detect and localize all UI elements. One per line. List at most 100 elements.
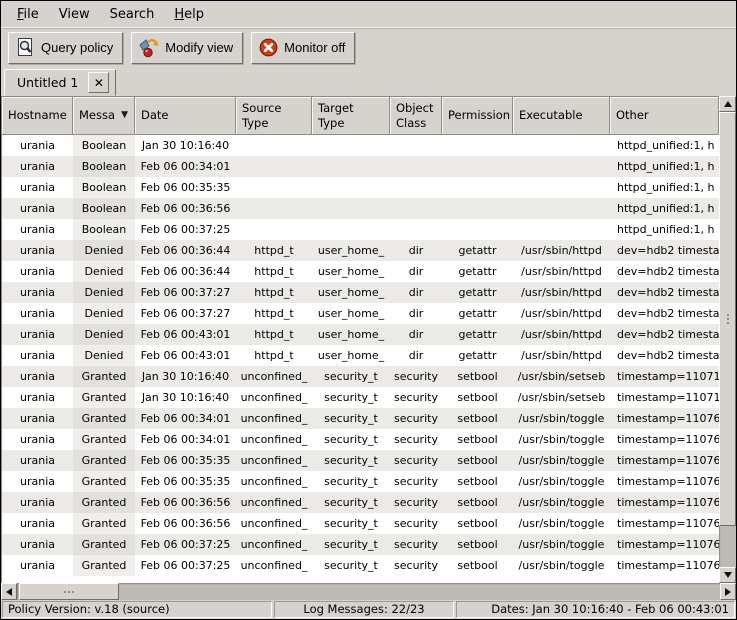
table-row[interactable]: uraniaDeniedFeb 06 00:37:27httpd_tuser_h… (2, 282, 719, 303)
cell: Granted (73, 366, 135, 387)
sort-descending-icon: ▼ (121, 110, 128, 121)
cell (312, 135, 390, 156)
cell: httpd_t (236, 324, 312, 345)
table-row[interactable]: uraniaGrantedJan 30 10:16:40unconfined_s… (2, 387, 719, 408)
column-header-target-type[interactable]: Target Type (312, 97, 390, 135)
cell: timestamp=11071 (610, 387, 719, 408)
table-row[interactable]: uraniaGrantedFeb 06 00:34:01unconfined_s… (2, 408, 719, 429)
cell (312, 219, 390, 240)
cell: /usr/sbin/toggle (513, 408, 610, 429)
scroll-down-button[interactable] (719, 567, 736, 583)
cell: Feb 06 00:37:25 (135, 534, 236, 555)
column-header-object-class[interactable]: Object Class (390, 97, 442, 135)
tab-close-button[interactable]: ✕ (88, 72, 109, 93)
cell: timestamp=11076 (610, 450, 719, 471)
cell: urania (2, 240, 73, 261)
cell: security_t (312, 366, 390, 387)
cell (312, 156, 390, 177)
cell (442, 177, 513, 198)
cell: getattr (442, 261, 513, 282)
cell: /usr/sbin/toggle (513, 471, 610, 492)
table-row[interactable]: uraniaGrantedFeb 06 00:36:56unconfined_s… (2, 492, 719, 513)
cell: dir (390, 303, 442, 324)
vertical-scroll-thumb[interactable] (719, 112, 736, 526)
cell: user_home_ (312, 261, 390, 282)
cell: timestamp=11076 (610, 555, 719, 576)
table-row[interactable]: uraniaBooleanJan 30 10:16:40httpd_unifie… (2, 135, 719, 156)
table-row[interactable]: uraniaGrantedJan 30 10:16:40unconfined_s… (2, 366, 719, 387)
monitor-off-button[interactable]: Monitor off (251, 32, 355, 64)
menu-search[interactable]: Search (100, 4, 165, 25)
cell: urania (2, 555, 73, 576)
column-header-other[interactable]: Other (610, 97, 719, 135)
log-messages-status: Log Messages: 22/23 (274, 601, 454, 618)
cell: /usr/sbin/httpd (513, 345, 610, 366)
cell: Denied (73, 261, 135, 282)
cell: /usr/sbin/toggle (513, 429, 610, 450)
cell: user_home_ (312, 282, 390, 303)
dates-status: Dates: Jan 30 10:16:40 - Feb 06 00:43:01 (456, 601, 735, 618)
table-row[interactable]: uraniaBooleanFeb 06 00:34:01httpd_unifie… (2, 156, 719, 177)
cell (390, 156, 442, 177)
cell: dev=hdb2 timesta (610, 261, 719, 282)
table-row[interactable]: uraniaGrantedFeb 06 00:37:25unconfined_s… (2, 555, 719, 576)
cell: timestamp=11076 (610, 513, 719, 534)
table-row[interactable]: uraniaGrantedFeb 06 00:35:35unconfined_s… (2, 450, 719, 471)
query-policy-button[interactable]: Query policy (8, 32, 123, 64)
cell: httpd_t (236, 240, 312, 261)
cell: security (390, 492, 442, 513)
tab-untitled-1[interactable]: Untitled 1 ✕ (4, 69, 116, 96)
modify-view-button[interactable]: Modify view (131, 32, 243, 64)
arrow-right-icon (725, 588, 731, 596)
column-header-message[interactable]: Messa▼ (73, 97, 135, 135)
cell: user_home_ (312, 240, 390, 261)
cell: getattr (442, 282, 513, 303)
cell: Denied (73, 345, 135, 366)
table-row[interactable]: uraniaDeniedFeb 06 00:36:44httpd_tuser_h… (2, 261, 719, 282)
cell: timestamp=11076 (610, 471, 719, 492)
menu-help[interactable]: Help (164, 4, 214, 25)
table-row[interactable]: uraniaDeniedFeb 06 00:43:01httpd_tuser_h… (2, 345, 719, 366)
cell (513, 156, 610, 177)
column-header-source-type[interactable]: Source Type (236, 97, 312, 135)
cell: setbool (442, 366, 513, 387)
column-header-permission[interactable]: Permission (442, 97, 513, 135)
column-header-date[interactable]: Date (135, 97, 236, 135)
table-row[interactable]: uraniaGrantedFeb 06 00:37:25unconfined_s… (2, 534, 719, 555)
scroll-left-button[interactable] (1, 583, 17, 600)
cell (236, 198, 312, 219)
scroll-right-button[interactable] (720, 583, 736, 600)
scroll-up-button[interactable] (719, 96, 736, 112)
table-row[interactable]: uraniaGrantedFeb 06 00:34:01unconfined_s… (2, 429, 719, 450)
table-row[interactable]: uraniaBooleanFeb 06 00:36:56httpd_unifie… (2, 198, 719, 219)
horizontal-scroll-thumb[interactable] (19, 583, 119, 600)
cell: /usr/sbin/httpd (513, 303, 610, 324)
cell (390, 177, 442, 198)
cell: /usr/sbin/setseb (513, 387, 610, 408)
table-row[interactable]: uraniaGrantedFeb 06 00:36:56unconfined_s… (2, 513, 719, 534)
cell: urania (2, 345, 73, 366)
menu-view[interactable]: View (49, 4, 100, 25)
table-row[interactable]: uraniaGrantedFeb 06 00:35:35unconfined_s… (2, 471, 719, 492)
vertical-scrollbar (719, 96, 736, 583)
table-row[interactable]: uraniaBooleanFeb 06 00:37:25httpd_unifie… (2, 219, 719, 240)
cell: security (390, 408, 442, 429)
cell (442, 198, 513, 219)
table-row[interactable]: uraniaDeniedFeb 06 00:36:44httpd_tuser_h… (2, 240, 719, 261)
menu-file[interactable]: File (7, 4, 49, 25)
table-row[interactable]: uraniaDeniedFeb 06 00:37:27httpd_tuser_h… (2, 303, 719, 324)
table-row[interactable]: uraniaBooleanFeb 06 00:35:35httpd_unifie… (2, 177, 719, 198)
cell: unconfined_ (236, 492, 312, 513)
cell: Boolean (73, 198, 135, 219)
vertical-scroll-trough[interactable] (719, 112, 736, 567)
cell: getattr (442, 303, 513, 324)
cell (390, 135, 442, 156)
table-row[interactable]: uraniaDeniedFeb 06 00:43:01httpd_tuser_h… (2, 324, 719, 345)
column-header-executable[interactable]: Executable (513, 97, 610, 135)
column-header-hostname[interactable]: Hostname (2, 97, 73, 135)
cell: /usr/sbin/setseb (513, 366, 610, 387)
cell: /usr/sbin/toggle (513, 555, 610, 576)
cell: Boolean (73, 156, 135, 177)
cell: /usr/sbin/httpd (513, 261, 610, 282)
horizontal-scroll-trough[interactable] (17, 583, 720, 600)
